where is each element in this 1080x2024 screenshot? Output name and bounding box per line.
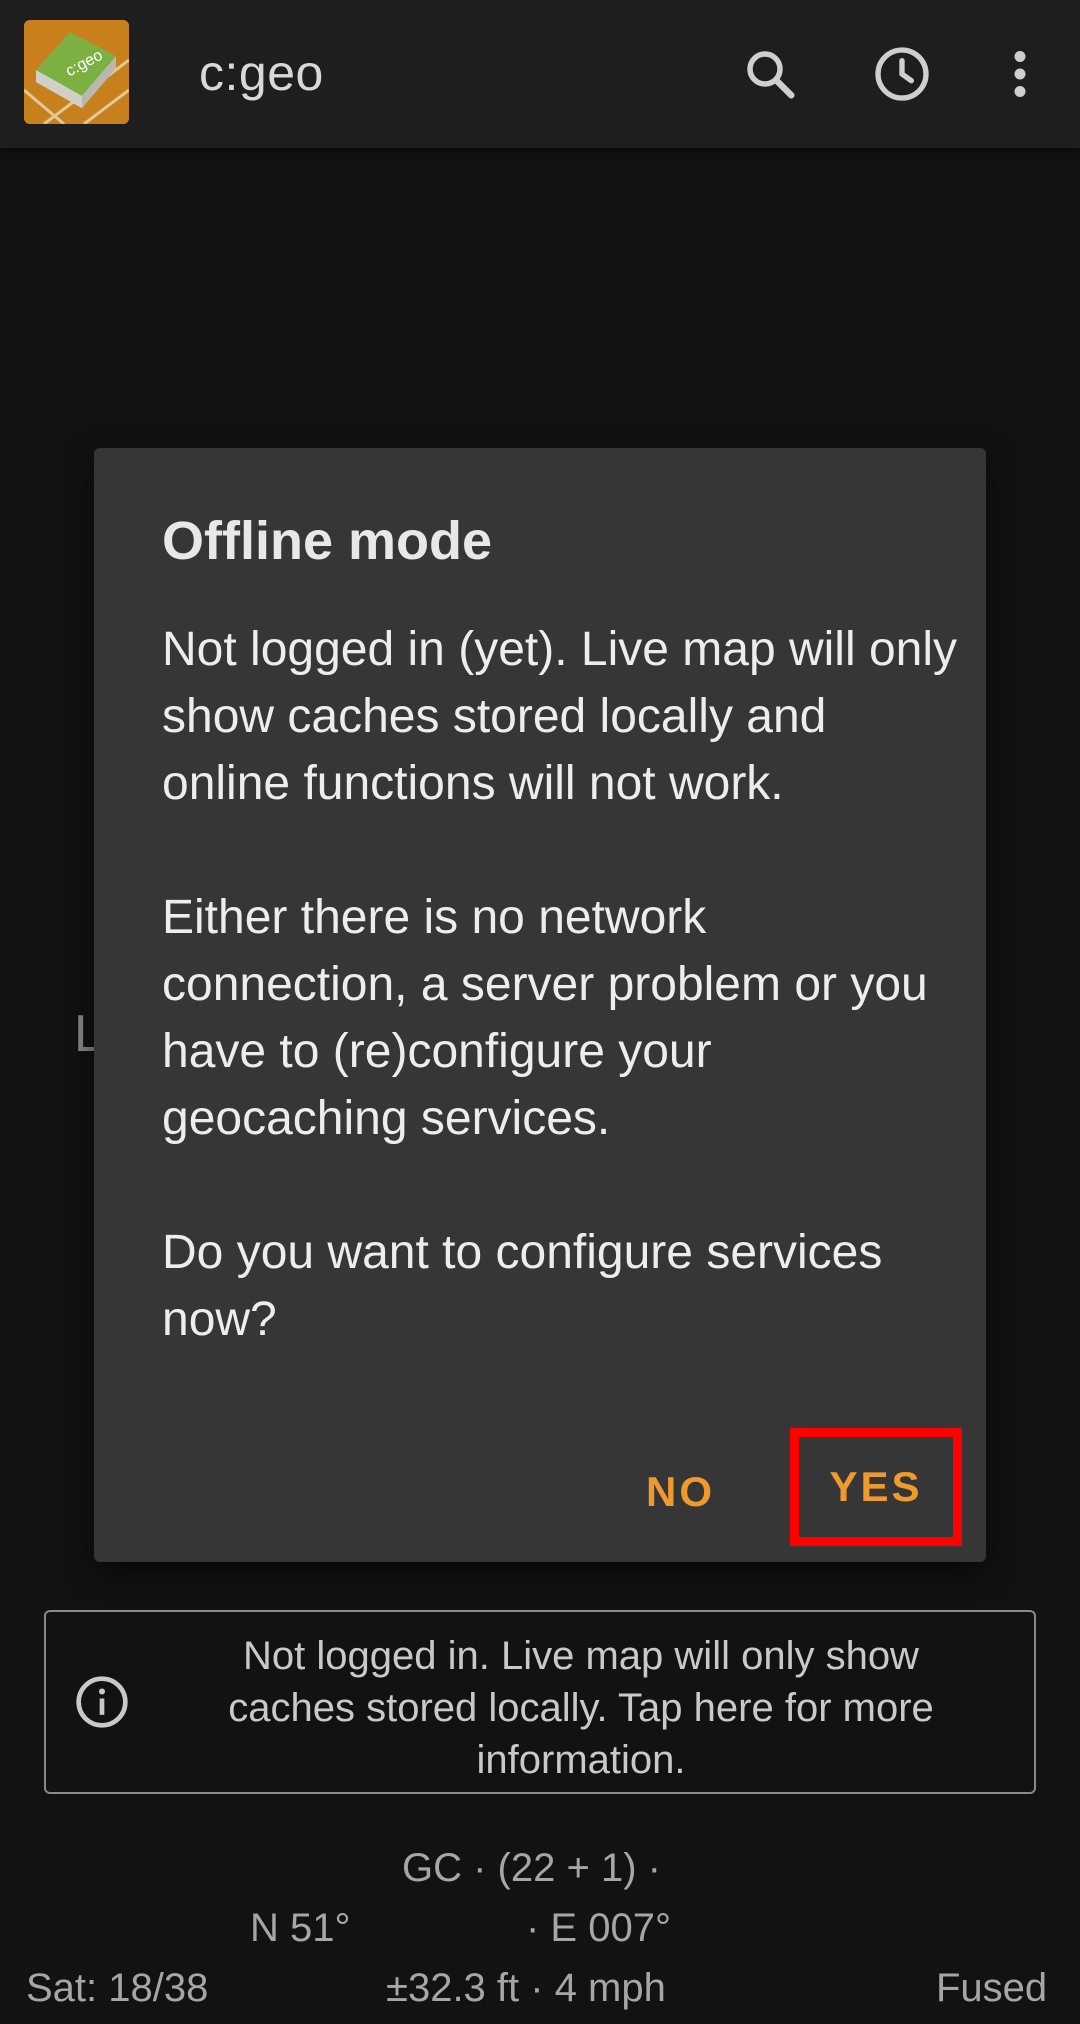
search-icon	[747, 51, 795, 99]
yes-button-label: YES	[829, 1463, 923, 1510]
yes-button[interactable]: YES	[790, 1428, 962, 1546]
app-title: c:geo	[199, 45, 324, 101]
info-icon	[76, 1676, 128, 1728]
no-button[interactable]: NO	[646, 1468, 715, 1516]
offline-mode-dialog: Offline mode Not logged in (yet). Live m…	[94, 448, 986, 1562]
latitude-status: N 51°	[250, 1906, 351, 1950]
banner-text: Not logged in. Live map will only show c…	[228, 1634, 934, 1782]
search-button[interactable]	[730, 34, 810, 114]
history-button[interactable]	[862, 34, 942, 114]
history-icon	[875, 47, 929, 101]
screen: c:geo c:geo L Offline mode Not logged in…	[0, 0, 1080, 2024]
accuracy-speed-status: ±32.3 ft · 4 mph	[386, 1966, 666, 2010]
app-logo-icon[interactable]: c:geo	[24, 20, 129, 124]
more-vert-icon	[1014, 51, 1026, 97]
dialog-message: Not logged in (yet). Live map will only …	[162, 623, 958, 1346]
not-logged-in-banner[interactable]: Not logged in. Live map will only show c…	[44, 1610, 1036, 1794]
longitude-status: · E 007°	[526, 1906, 671, 1950]
more-options-button[interactable]	[980, 34, 1060, 114]
app-bar: c:geo c:geo	[0, 0, 1080, 148]
satellite-status: Sat: 18/38	[26, 1966, 209, 2010]
cache-count-status: GC · (22 + 1) ·	[402, 1846, 661, 1890]
location-provider-status: Fused	[936, 1966, 1048, 2010]
dialog-title: Offline mode	[162, 511, 493, 571]
